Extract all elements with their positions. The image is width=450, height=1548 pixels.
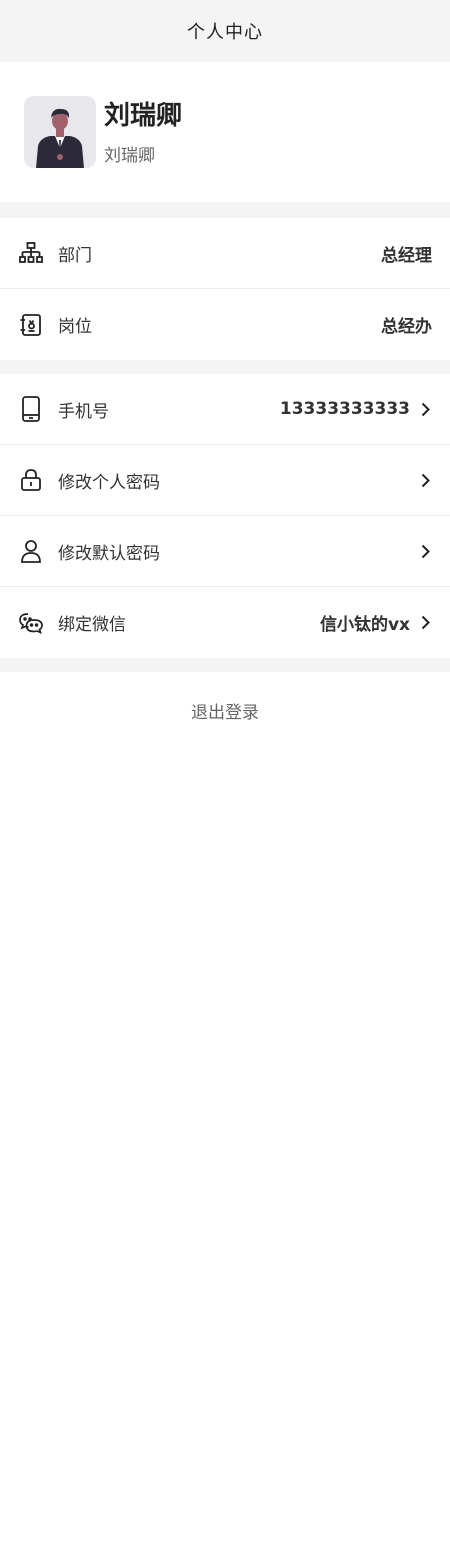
phone-icon: [18, 396, 44, 422]
department-label: 部门: [58, 245, 92, 266]
avatar: [24, 96, 96, 168]
user-icon: [18, 538, 44, 564]
org-section: 部门 总经理 岗位 总经办: [0, 218, 450, 360]
bottom-area: [0, 748, 450, 1548]
logout-button[interactable]: 退出登录: [185, 697, 265, 724]
change-personal-password-row[interactable]: 修改个人密码: [0, 445, 450, 516]
change-default-password-label: 修改默认密码: [58, 543, 160, 564]
logout-section: 退出登录: [0, 672, 450, 748]
chevron-right-icon: [418, 401, 432, 417]
profile-card: 刘瑞卿 刘瑞卿: [0, 62, 450, 202]
position-row: 岗位 总经办: [0, 289, 450, 360]
department-value: 总经理: [381, 245, 432, 266]
change-personal-password-label: 修改个人密码: [58, 472, 160, 493]
phone-label: 手机号: [58, 401, 109, 422]
org-chart-icon: [18, 240, 44, 266]
position-label: 岗位: [58, 317, 92, 337]
phone-row[interactable]: 手机号 13333333333: [0, 374, 450, 445]
wechat-icon: [18, 610, 44, 636]
section-gap: [0, 360, 450, 374]
profile-name: 刘瑞卿: [104, 100, 183, 131]
account-section: 手机号 13333333333 修改个人密码 修改默认密码 绑定微信 信小钛的v…: [0, 374, 450, 658]
chevron-right-icon: [418, 472, 432, 488]
bind-wechat-row[interactable]: 绑定微信 信小钛的vx: [0, 587, 450, 658]
badge-icon: [18, 312, 44, 338]
lock-icon: [18, 467, 44, 493]
chevron-right-icon: [418, 543, 432, 559]
section-gap: [0, 658, 450, 672]
phone-value: 13333333333: [279, 399, 410, 419]
profile-subtitle: 刘瑞卿: [104, 145, 155, 166]
page-title: 个人中心: [187, 22, 263, 43]
bind-wechat-label: 绑定微信: [58, 615, 126, 635]
section-gap: [0, 202, 450, 218]
change-default-password-row[interactable]: 修改默认密码: [0, 516, 450, 587]
wechat-value: 信小钛的vx: [319, 615, 410, 635]
navbar: 个人中心: [0, 0, 450, 62]
position-value: 总经办: [381, 317, 432, 337]
department-row: 部门 总经理: [0, 218, 450, 289]
chevron-right-icon: [418, 615, 432, 631]
